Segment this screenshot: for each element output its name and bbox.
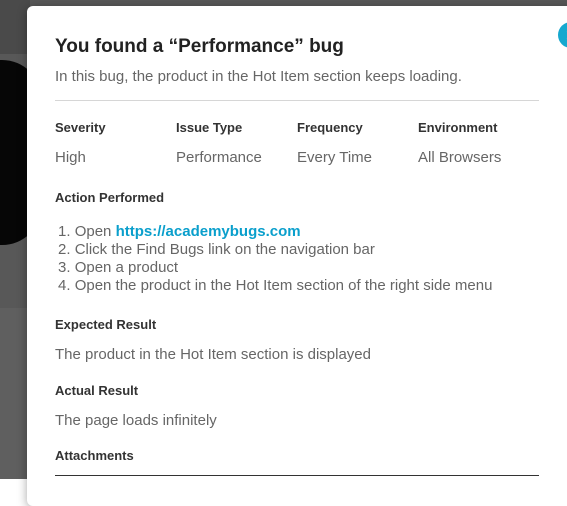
modal-title: You found a “Performance” bug <box>55 36 344 57</box>
step-number: 2. <box>58 241 71 258</box>
property-value: All Browsers <box>418 149 502 166</box>
expected-result-text: The product in the Hot Item section is d… <box>55 346 371 363</box>
property-label: Severity <box>55 120 106 135</box>
attachments-divider <box>55 475 539 476</box>
list-item: 2. Click the Find Bugs link on the navig… <box>55 241 539 259</box>
modal-subtitle: In this bug, the product in the Hot Item… <box>55 68 462 85</box>
property-value: Every Time <box>297 149 373 166</box>
list-item: 1. Open https://academybugs.com <box>55 223 539 241</box>
step-number: 4. <box>58 277 71 294</box>
actual-result-heading: Actual Result <box>55 383 139 398</box>
step-text: Open <box>74 223 112 240</box>
step-text: Open the product in the Hot Item section… <box>74 277 493 294</box>
step-text: Open a product <box>74 259 179 276</box>
bug-properties: Severity High Issue Type Performance Fre… <box>55 120 539 167</box>
property-value: Performance <box>176 149 262 166</box>
close-icon[interactable]: × <box>558 22 567 48</box>
academybugs-link[interactable]: https://academybugs.com <box>116 223 301 240</box>
property-environment: Environment All Browsers <box>418 120 539 167</box>
property-label: Environment <box>418 120 498 135</box>
actual-result-text: The page loads infinitely <box>55 412 217 429</box>
attachments-heading: Attachments <box>55 448 134 463</box>
property-severity: Severity High <box>55 120 176 167</box>
property-label: Frequency <box>297 120 363 135</box>
divider <box>55 100 539 101</box>
property-label: Issue Type <box>176 120 243 135</box>
step-number: 3. <box>58 259 71 276</box>
property-value: High <box>55 149 86 166</box>
background-header-fragment <box>0 0 30 54</box>
action-steps-list: 1. Open https://academybugs.com 2. Click… <box>55 223 539 295</box>
background-panel-fragment <box>0 308 30 479</box>
step-text: Click the Find Bugs link on the navigati… <box>74 241 375 258</box>
list-item: 3. Open a product <box>55 259 539 277</box>
action-performed-heading: Action Performed <box>55 190 165 205</box>
step-number: 1. <box>58 223 71 240</box>
property-frequency: Frequency Every Time <box>297 120 418 167</box>
modal-content: You found a “Performance” bug In this bu… <box>55 36 539 476</box>
list-item: 4. Open the product in the Hot Item sect… <box>55 277 539 295</box>
property-issue-type: Issue Type Performance <box>176 120 297 167</box>
expected-result-heading: Expected Result <box>55 317 157 332</box>
